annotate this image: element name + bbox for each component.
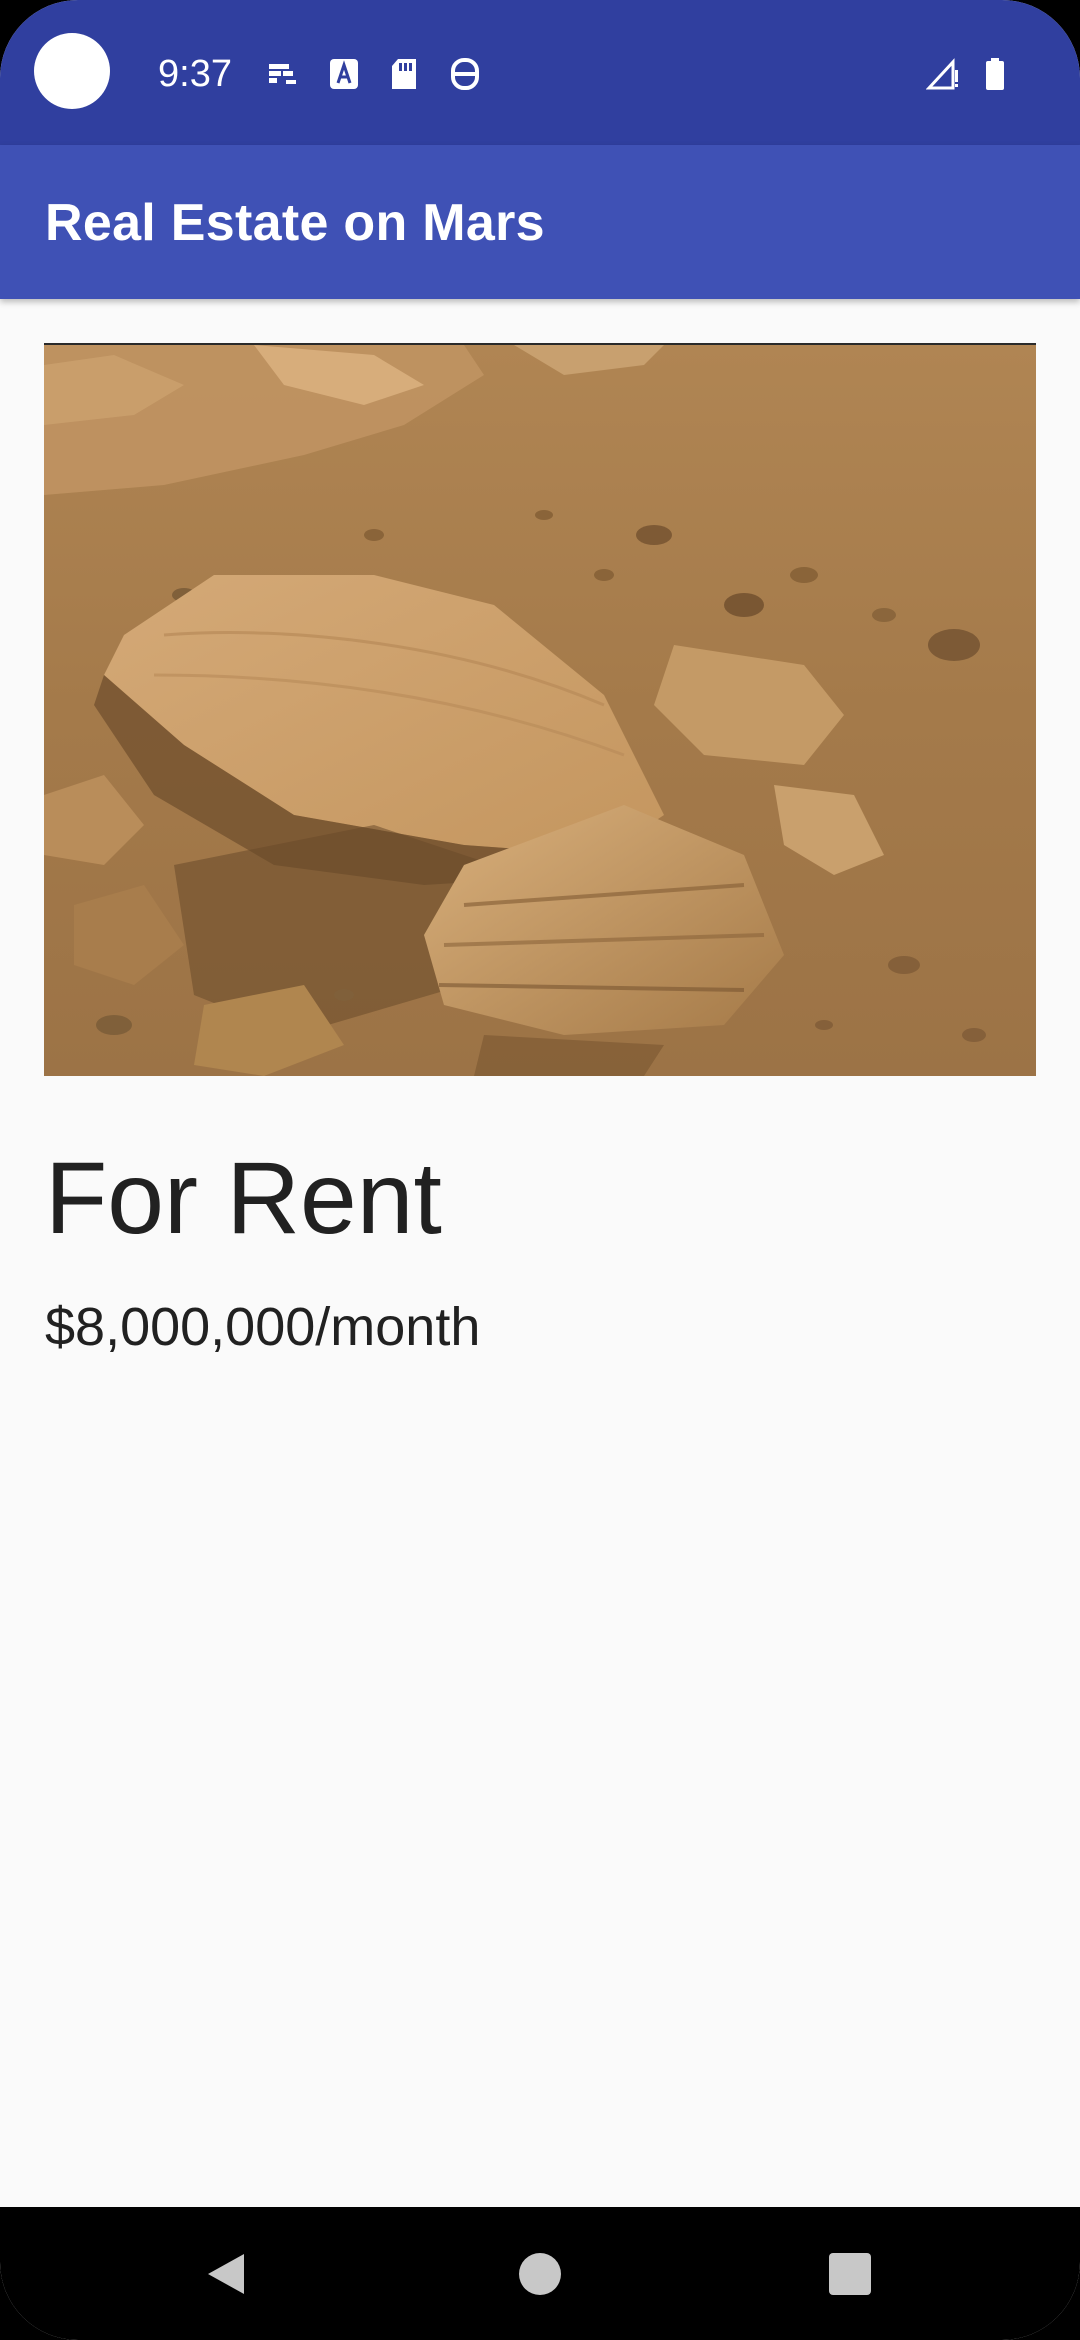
app-title: Real Estate on Mars	[45, 194, 545, 252]
status-clock: 9:37	[158, 53, 232, 95]
listing-price: $8,000,000/month	[45, 1297, 481, 1357]
camera-cutout	[34, 33, 110, 109]
app-bar: Real Estate on Mars	[0, 145, 1080, 299]
home-icon[interactable]	[519, 2253, 561, 2295]
recents-icon[interactable]	[829, 2253, 871, 2295]
navigation-bar	[0, 2207, 1080, 2340]
status-bar: 9:37	[0, 0, 1080, 145]
battery-icon	[978, 56, 1012, 92]
privacy-icon	[448, 56, 482, 92]
mars-property-photo[interactable]	[44, 343, 1036, 1076]
phone-screen: 9:37 Real Estate on Mars For Rent $8,000…	[0, 0, 1080, 2340]
back-icon[interactable]	[206, 2252, 246, 2296]
font-a-icon	[327, 56, 361, 92]
notification-icon	[266, 56, 300, 92]
sd-card-icon	[387, 56, 421, 92]
listing-type: For Rent	[45, 1141, 442, 1255]
signal-icon	[926, 56, 960, 92]
